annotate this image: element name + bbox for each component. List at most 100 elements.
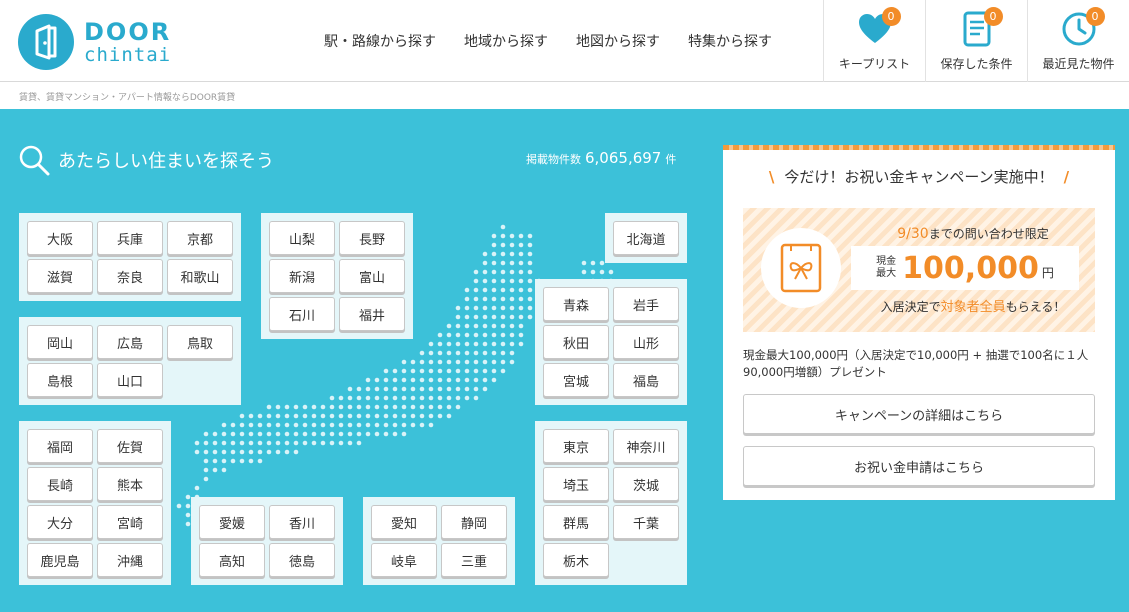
- pref-button[interactable]: 鳥取: [167, 325, 233, 359]
- map-dot: [392, 404, 398, 410]
- pref-button[interactable]: 京都: [167, 221, 233, 255]
- pref-button[interactable]: 鹿児島: [27, 543, 93, 577]
- map-dot: [266, 413, 272, 419]
- map-dot: [500, 314, 506, 320]
- pref-button[interactable]: 福岡: [27, 429, 93, 463]
- map-dot: [473, 386, 479, 392]
- map-dot: [518, 296, 524, 302]
- map-dot: [275, 449, 281, 455]
- map-dot: [419, 359, 425, 365]
- pref-button[interactable]: 宮城: [543, 363, 609, 397]
- map-dot: [203, 458, 209, 464]
- pref-button[interactable]: 福井: [339, 297, 405, 331]
- pref-button[interactable]: 広島: [97, 325, 163, 359]
- pref-button[interactable]: 埼玉: [543, 467, 609, 501]
- pref-button[interactable]: 佐賀: [97, 429, 163, 463]
- campaign-detail-button[interactable]: キャンペーンの詳細はこちら: [743, 394, 1095, 434]
- map-dot: [356, 440, 362, 446]
- campaign-condition: 入居決定で対象者全員もらえる！: [853, 296, 1093, 315]
- region-tohoku: 青森 岩手 秋田 山形 宮城 福島: [535, 279, 687, 405]
- map-dot: [266, 449, 272, 455]
- map-dot: [338, 440, 344, 446]
- map-dot: [437, 332, 443, 338]
- pref-button[interactable]: 神奈川: [613, 429, 679, 463]
- map-dot: [491, 341, 497, 347]
- pref-button[interactable]: 栃木: [543, 543, 609, 577]
- pref-button[interactable]: 静岡: [441, 505, 507, 539]
- pref-button[interactable]: 滋賀: [27, 259, 93, 293]
- pref-button[interactable]: 島根: [27, 363, 93, 397]
- pref-button[interactable]: 群馬: [543, 505, 609, 539]
- map-dot: [464, 359, 470, 365]
- map-dot: [401, 422, 407, 428]
- pref-button[interactable]: 岩手: [613, 287, 679, 321]
- keep-list-button[interactable]: 0 キープリスト: [823, 0, 925, 82]
- pref-button[interactable]: 熊本: [97, 467, 163, 501]
- map-dot: [230, 431, 236, 437]
- pref-button[interactable]: 大阪: [27, 221, 93, 255]
- pref-button[interactable]: 長野: [339, 221, 405, 255]
- map-dot: [347, 431, 353, 437]
- map-dot: [464, 350, 470, 356]
- map-dot: [320, 422, 326, 428]
- pref-button[interactable]: 石川: [269, 297, 335, 331]
- pref-button[interactable]: 香川: [269, 505, 335, 539]
- pref-button[interactable]: 青森: [543, 287, 609, 321]
- nav-feature-search[interactable]: 特集から探す: [688, 31, 772, 51]
- map-dot: [239, 422, 245, 428]
- pref-button[interactable]: 徳島: [269, 543, 335, 577]
- condition-part-3: もらえる！: [1005, 300, 1066, 314]
- nav-station-search[interactable]: 駅・路線から探す: [324, 31, 436, 51]
- map-dot: [338, 404, 344, 410]
- pref-button[interactable]: 長崎: [27, 467, 93, 501]
- pref-button[interactable]: 和歌山: [167, 259, 233, 293]
- site-logo[interactable]: DOOR chintai: [18, 14, 171, 70]
- breadcrumb: 賃貸、賃貸マンション・アパート情報ならDOOR賃貸: [0, 83, 1129, 109]
- map-dot: [428, 377, 434, 383]
- pref-button[interactable]: 山口: [97, 363, 163, 397]
- map-dot: [500, 233, 506, 239]
- nav-map-search[interactable]: 地図から探す: [576, 31, 660, 51]
- recently-viewed-button[interactable]: 0 最近見た物件: [1027, 0, 1129, 82]
- pref-button[interactable]: 山形: [613, 325, 679, 359]
- pref-button[interactable]: 高知: [199, 543, 265, 577]
- map-dot: [464, 395, 470, 401]
- saved-conditions-button[interactable]: 0 保存した条件: [925, 0, 1027, 82]
- map-dot: [500, 332, 506, 338]
- map-dot: [455, 314, 461, 320]
- pref-button[interactable]: 愛媛: [199, 505, 265, 539]
- pref-button[interactable]: 三重: [441, 543, 507, 577]
- pref-button[interactable]: 新潟: [269, 259, 335, 293]
- map-dot: [500, 278, 506, 284]
- pref-button[interactable]: 東京: [543, 429, 609, 463]
- pref-button[interactable]: 沖縄: [97, 543, 163, 577]
- map-dot: [374, 395, 380, 401]
- pref-button[interactable]: 奈良: [97, 259, 163, 293]
- pref-button[interactable]: 宮崎: [97, 505, 163, 539]
- map-dot: [275, 440, 281, 446]
- pref-button[interactable]: 岡山: [27, 325, 93, 359]
- pref-button[interactable]: 兵庫: [97, 221, 163, 255]
- map-dot: [239, 413, 245, 419]
- campaign-apply-button[interactable]: お祝い金申請はこちら: [743, 446, 1095, 486]
- pref-button[interactable]: 千葉: [613, 505, 679, 539]
- pref-button[interactable]: 茨城: [613, 467, 679, 501]
- map-dot: [239, 431, 245, 437]
- site-header: DOOR chintai 駅・路線から探す 地域から探す 地図から探す 特集から…: [0, 0, 1129, 82]
- map-dot: [455, 359, 461, 365]
- pref-button[interactable]: 秋田: [543, 325, 609, 359]
- pref-button[interactable]: 大分: [27, 505, 93, 539]
- pref-button[interactable]: 北海道: [613, 221, 679, 255]
- map-dot: [500, 251, 506, 257]
- pref-button[interactable]: 山梨: [269, 221, 335, 255]
- campaign-amount: 現金 最大 100,000 円: [851, 246, 1079, 290]
- map-dot: [437, 386, 443, 392]
- pref-button[interactable]: 岐阜: [371, 543, 437, 577]
- map-dot: [257, 413, 263, 419]
- pref-button[interactable]: 愛知: [371, 505, 437, 539]
- map-dot: [185, 503, 191, 509]
- pref-button[interactable]: 富山: [339, 259, 405, 293]
- map-dot: [437, 413, 443, 419]
- nav-area-search[interactable]: 地域から探す: [464, 31, 548, 51]
- pref-button[interactable]: 福島: [613, 363, 679, 397]
